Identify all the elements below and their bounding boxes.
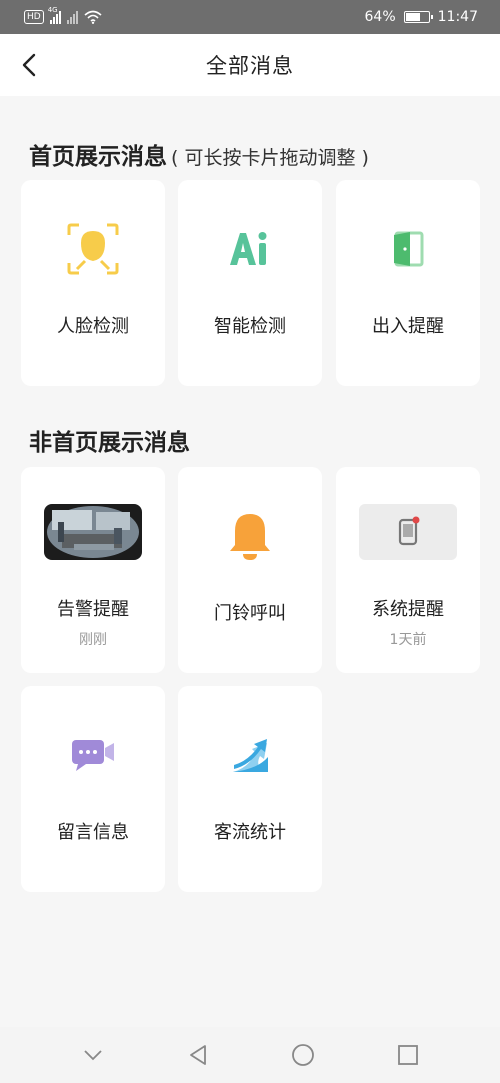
- card-time: 刚刚: [79, 632, 107, 648]
- card-system-reminder[interactable]: 系统提醒 1天前: [336, 467, 480, 673]
- battery-icon: [403, 11, 433, 23]
- nav-home-button[interactable]: [283, 1035, 323, 1075]
- face-detection-icon: [67, 223, 119, 275]
- status-bar: HD 4G 64% 11:47: [0, 0, 500, 34]
- card-label: 留言信息: [57, 822, 129, 843]
- card-door-reminder[interactable]: 出入提醒: [336, 180, 480, 386]
- video-message-icon: [72, 740, 114, 771]
- back-button[interactable]: [12, 48, 46, 82]
- camera-snapshot-thumbnail: [44, 504, 142, 560]
- battery-percent: 64%: [364, 9, 396, 25]
- phone-notification-icon: [359, 504, 457, 560]
- card-label: 系统提醒: [372, 599, 444, 620]
- card-doorbell-call[interactable]: 门铃呼叫: [178, 467, 322, 673]
- card-alarm-reminder[interactable]: 告警提醒 刚刚: [21, 467, 165, 673]
- nav-back-button[interactable]: [178, 1035, 218, 1075]
- header: 全部消息: [0, 34, 500, 96]
- card-label: 门铃呼叫: [214, 603, 286, 624]
- network-tag: 4G: [47, 5, 58, 14]
- home-section-title: 首页展示消息 ( 可长按卡片拖动调整 ): [29, 137, 369, 171]
- trend-up-icon: [233, 739, 268, 772]
- page-title: 全部消息: [206, 54, 294, 78]
- card-label: 出入提醒: [372, 316, 444, 337]
- other-section-title: 非首页展示消息: [29, 423, 190, 457]
- system-nav-bar: [0, 1027, 500, 1083]
- door-icon: [394, 231, 424, 267]
- nav-recent-button[interactable]: [388, 1035, 428, 1075]
- card-passenger-flow[interactable]: 客流统计: [178, 686, 322, 892]
- bell-icon: [230, 514, 270, 560]
- ai-icon: [230, 232, 267, 265]
- clock: 11:47: [437, 9, 478, 25]
- home-circle-icon: [291, 1044, 314, 1066]
- card-label: 人脸检测: [57, 316, 129, 337]
- chevron-down-icon: [83, 1050, 102, 1061]
- chevron-left-icon: [22, 53, 36, 77]
- battery-fill: [405, 13, 420, 21]
- home-section-hint: ( 可长按卡片拖动调整 ): [171, 147, 369, 169]
- signal-icon: 4G: [48, 6, 61, 24]
- card-label: 告警提醒: [57, 599, 129, 620]
- recent-square-icon: [397, 1045, 418, 1065]
- nav-collapse-button[interactable]: [73, 1035, 113, 1075]
- signal-icon-secondary: [66, 10, 78, 24]
- other-section-heading: 非首页展示消息: [29, 430, 190, 456]
- hd-badge: HD: [24, 10, 44, 24]
- card-face-detection[interactable]: 人脸检测: [21, 180, 165, 386]
- card-label: 客流统计: [214, 822, 286, 843]
- wifi-icon: [84, 10, 102, 24]
- card-time: 1天前: [389, 632, 427, 648]
- card-message-info[interactable]: 留言信息: [21, 686, 165, 892]
- home-section-heading: 首页展示消息: [29, 144, 167, 170]
- back-triangle-icon: [189, 1045, 206, 1065]
- card-ai-detection[interactable]: 智能检测: [178, 180, 322, 386]
- card-label: 智能检测: [214, 316, 286, 337]
